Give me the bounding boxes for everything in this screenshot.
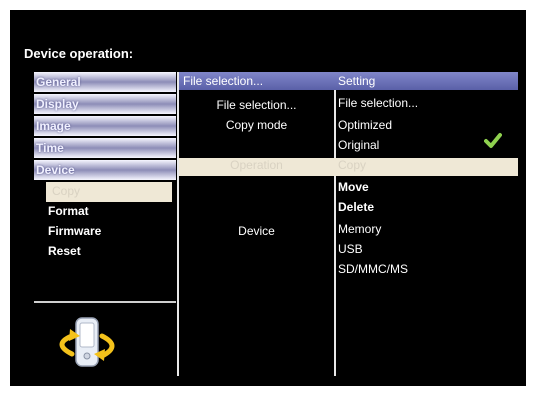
menu-item-device[interactable]: Device xyxy=(34,160,176,180)
screen: Device operation: General Display Image … xyxy=(10,10,526,386)
right-item-memory[interactable]: Memory xyxy=(338,222,381,236)
submenu-format[interactable]: Format xyxy=(48,204,172,218)
submenu-firmware[interactable]: Firmware xyxy=(48,224,172,238)
check-icon xyxy=(484,133,502,148)
page-title: Device operation: xyxy=(24,46,134,61)
right-item-file-selection[interactable]: File selection... xyxy=(338,96,418,110)
middle-item-file-selection[interactable]: File selection... xyxy=(179,98,334,112)
right-item-usb[interactable]: USB xyxy=(338,242,363,256)
right-column: Setting File selection... Optimized Orig… xyxy=(334,72,518,376)
right-item-sd[interactable]: SD/MMC/MS xyxy=(338,262,408,276)
middle-column: File selection... File selection... Copy… xyxy=(177,72,336,376)
middle-item-operation: Operation xyxy=(230,158,283,172)
right-item-move[interactable]: Move xyxy=(338,180,369,194)
right-item-optimized[interactable]: Optimized xyxy=(338,118,392,132)
right-item-copy: Copy xyxy=(338,158,367,172)
middle-header[interactable]: File selection... xyxy=(179,72,334,90)
middle-item-device[interactable]: Device xyxy=(179,224,334,238)
right-item-delete[interactable]: Delete xyxy=(338,200,374,214)
menu-item-general[interactable]: General xyxy=(34,72,176,92)
left-column: General Display Image Time Device Copy F… xyxy=(34,72,176,376)
submenu-reset[interactable]: Reset xyxy=(48,244,172,258)
right-item-original[interactable]: Original xyxy=(338,138,379,152)
submenu-copy-selected[interactable]: Copy xyxy=(46,182,172,202)
menu-item-image[interactable]: Image xyxy=(34,116,176,136)
menu-item-display[interactable]: Display xyxy=(34,94,176,114)
device-rotate-icon xyxy=(59,317,115,367)
right-header[interactable]: Setting xyxy=(334,72,518,90)
menu-item-time[interactable]: Time xyxy=(34,138,176,158)
left-divider xyxy=(34,301,176,303)
middle-item-copy-mode[interactable]: Copy mode xyxy=(179,118,334,132)
